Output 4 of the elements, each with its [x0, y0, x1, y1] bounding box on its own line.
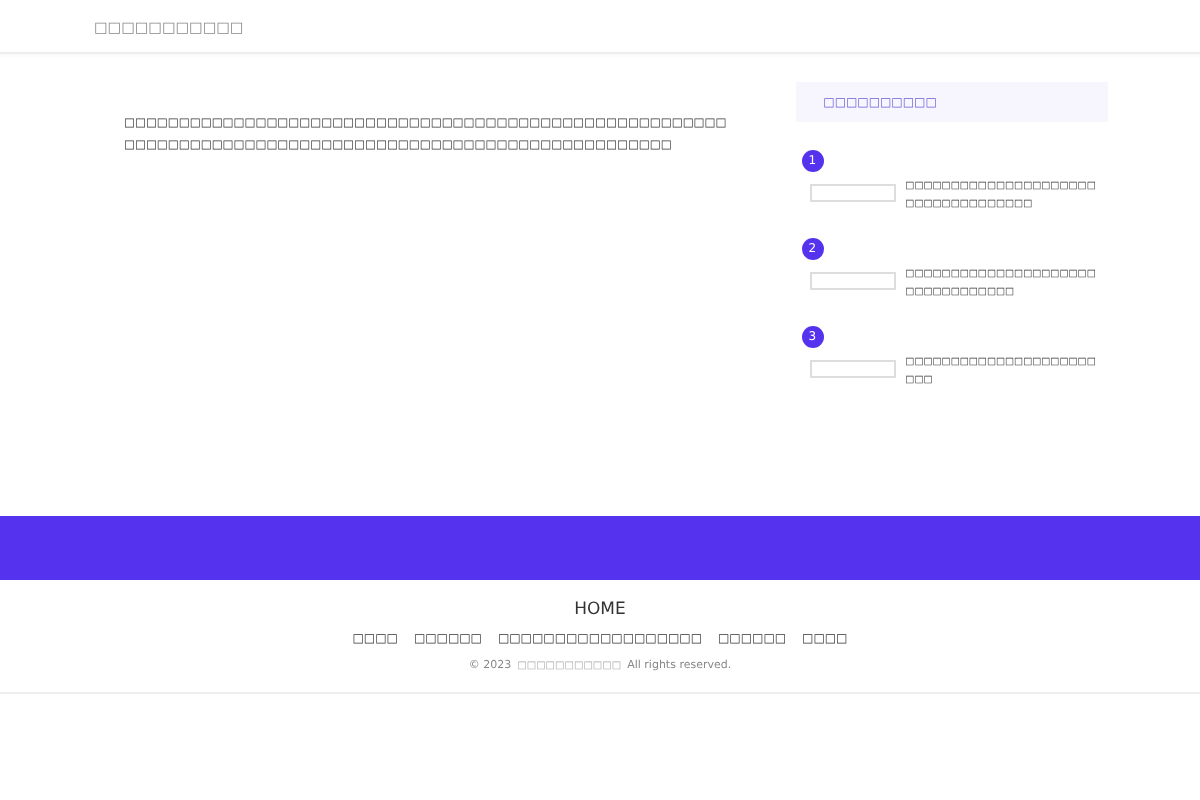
thumbnail-placeholder — [809, 272, 896, 290]
thumbnail-placeholder — [809, 360, 896, 378]
thumbnail-placeholder — [809, 184, 896, 202]
home-link[interactable]: HOME — [574, 600, 626, 620]
